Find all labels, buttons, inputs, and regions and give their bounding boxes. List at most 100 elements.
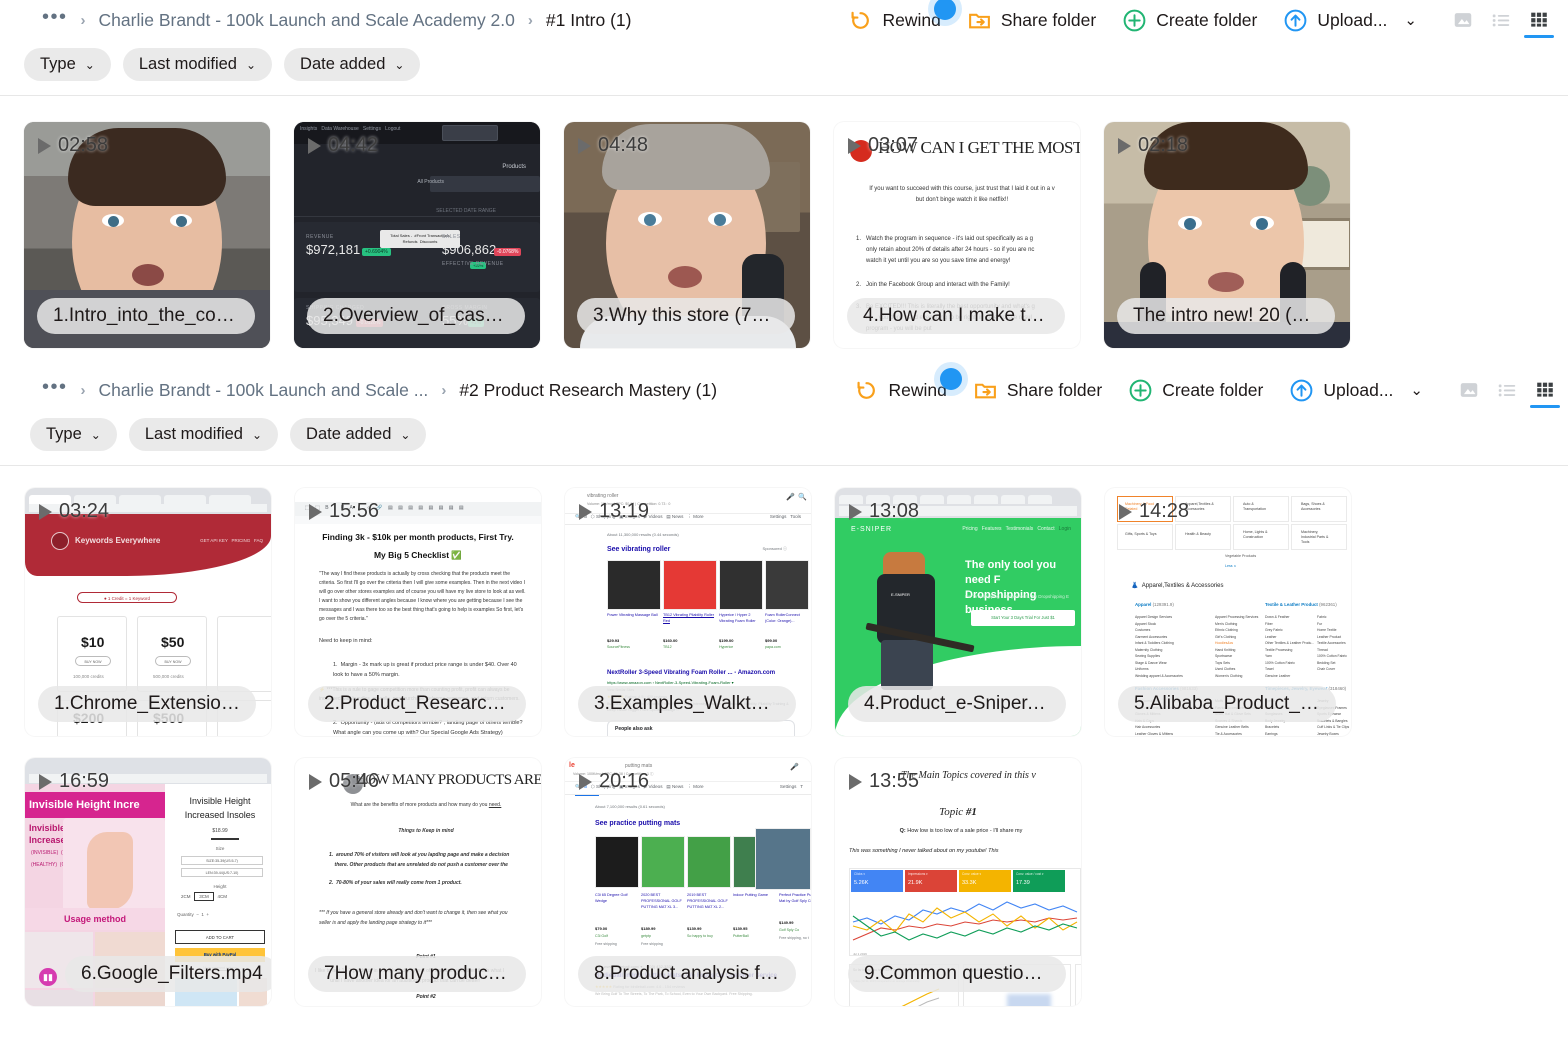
grid-view-button[interactable]: [1520, 0, 1558, 40]
share-folder-button[interactable]: Share folder: [954, 0, 1109, 40]
gallery-view-button[interactable]: [1450, 370, 1488, 410]
file-name: 4.Product_e-Sniper.m...: [848, 686, 1066, 722]
chevron-down-icon: ⌄: [245, 57, 257, 72]
video-duration: 03:07: [848, 134, 918, 157]
section-header-intro: ••• › Charlie Brandt - 100k Launch and S…: [0, 0, 1568, 96]
grid-cell: HOW CAN I GET THE MOST OU If you want to…: [834, 122, 1104, 348]
upload-arrow-icon: [1289, 378, 1314, 403]
breadcrumb-overflow-icon[interactable]: •••: [42, 377, 68, 399]
file-card-video[interactable]: The Main Topics covered in this v Topic …: [835, 758, 1081, 1006]
play-icon: [1118, 137, 1131, 154]
filter-bar: Type ⌄ Last modified ⌄ Date added ⌄: [0, 410, 1568, 465]
filter-date-added-label: Date added: [306, 425, 392, 443]
file-card-video[interactable]: HOW MANY PRODUCTS ARE NECESSARY What are…: [295, 758, 541, 1006]
upload-label: Upload...: [1317, 9, 1388, 30]
filter-date-added[interactable]: Date added ⌄: [290, 418, 427, 451]
toolbar: Rewind Share folder Create folder Upload…: [841, 368, 1564, 410]
chevron-down-icon[interactable]: ⌄: [1404, 11, 1417, 29]
duration-text: 02:58: [58, 134, 109, 156]
list-view-button[interactable]: [1488, 370, 1526, 410]
grid-cell: 02:58 1.Intro_into_the_cour...: [24, 122, 294, 348]
filter-last-modified[interactable]: Last modified ⌄: [128, 418, 279, 451]
video-duration: 13:19: [579, 500, 649, 523]
breadcrumb-parent-link[interactable]: Charlie Brandt - 100k Launch and Scale A…: [99, 10, 515, 31]
share-folder-label: Share folder: [1000, 9, 1097, 30]
filter-last-modified-label: Last modified: [138, 55, 237, 73]
duration-text: 03:24: [59, 500, 110, 522]
file-card-video[interactable]: E-SNIPER Pricing Features Testimonials C…: [835, 488, 1081, 736]
grid-view-icon: [1537, 382, 1553, 397]
rewind-notification-dot: [939, 368, 962, 390]
duration-text: 16:59: [59, 770, 110, 792]
file-card-video[interactable]: le putting mats 🎤 Volume: 100K/mo | CPC:…: [565, 758, 811, 1006]
chevron-down-icon[interactable]: ⌄: [1410, 381, 1423, 399]
file-grid-product-research: Keywords Everywhere GET API KEY PRICING …: [0, 466, 1568, 1006]
breadcrumb-parent-link[interactable]: Charlie Brandt - 100k Launch and Scale .…: [99, 380, 429, 401]
chevron-down-icon: ⌄: [90, 427, 101, 442]
upload-button[interactable]: Upload... ⌄: [1276, 370, 1436, 410]
file-card-video[interactable]: Invisible Height Incre Invisible HeightI…: [25, 758, 271, 1006]
play-icon: [849, 503, 862, 520]
gallery-view-button[interactable]: [1444, 0, 1482, 40]
grid-view-button[interactable]: [1526, 370, 1564, 410]
play-icon: [848, 137, 861, 154]
plus-circle-icon: [1128, 378, 1153, 403]
dropbox-file-browser: ••• › Charlie Brandt - 100k Launch and S…: [0, 0, 1568, 1056]
video-duration: 13:08: [849, 500, 919, 523]
duration-text: 15:56: [329, 500, 380, 522]
gallery-view-icon: [1460, 383, 1478, 397]
file-card-video[interactable]: vibrating roller 🎤 🔍 Volume: 12k/mo | CP…: [565, 488, 811, 736]
file-card-video[interactable]: 02:58 1.Intro_into_the_cour...: [24, 122, 270, 348]
filter-last-modified-label: Last modified: [144, 425, 243, 443]
share-folder-button[interactable]: Share folder: [960, 370, 1115, 410]
duration-text: 13:19: [599, 500, 650, 522]
file-card-video[interactable]: 04:48 3.Why this store (720...: [564, 122, 810, 348]
chevron-right-icon: ›: [80, 381, 86, 399]
share-folder-label: Share folder: [1006, 379, 1103, 400]
filter-date-added[interactable]: Date added ⌄: [284, 48, 421, 81]
filter-type-label: Type: [46, 425, 82, 443]
duration-text: 03:07: [868, 134, 919, 156]
file-name: 9.Common questions ...: [848, 956, 1066, 992]
file-card-video[interactable]: Insights Data Warehouse Settings Logout …: [294, 122, 540, 348]
filter-last-modified[interactable]: Last modified ⌄: [122, 48, 273, 81]
duration-text: 13:55: [869, 770, 920, 792]
list-view-icon: [1492, 14, 1510, 27]
file-name: 1.Intro_into_the_cour...: [37, 298, 255, 334]
create-folder-button[interactable]: Create folder: [1109, 0, 1270, 40]
upload-button[interactable]: Upload... ⌄: [1270, 0, 1430, 40]
grid-cell: Keywords Everywhere GET API KEY PRICING …: [25, 488, 295, 736]
video-duration: 20:16: [579, 770, 649, 793]
rewind-button[interactable]: Rewind: [835, 0, 956, 40]
play-icon: [578, 137, 591, 154]
duration-text: 14:28: [1139, 500, 1190, 522]
breadcrumb-overflow-icon[interactable]: •••: [42, 7, 68, 29]
rewind-button[interactable]: Rewind: [841, 368, 962, 410]
chevron-down-icon: ⌄: [251, 427, 263, 442]
plus-circle-icon: [1122, 8, 1147, 33]
file-card-video[interactable]: Keywords Everywhere GET API KEY PRICING …: [25, 488, 271, 736]
file-card-video[interactable]: HOW CAN I GET THE MOST OU If you want to…: [834, 122, 1080, 348]
filter-type-label: Type: [40, 55, 76, 73]
file-name: The intro new! 20 (72...: [1117, 298, 1335, 334]
duration-text: 04:48: [598, 134, 649, 156]
play-icon: [308, 137, 321, 154]
grid-view-icon: [1531, 12, 1547, 27]
grid-cell: ⬚ ⬚ B I U A ⌄ ∞ 🔗 ▤ ▤ ▤ ▤ ▤ ▤ ▤ ▤ Findin…: [295, 488, 565, 736]
list-view-button[interactable]: [1482, 0, 1520, 40]
play-icon: [39, 773, 52, 790]
file-card-video[interactable]: ⬚ ⬚ B I U A ⌄ ∞ 🔗 ▤ ▤ ▤ ▤ ▤ ▤ ▤ ▤ Findin…: [295, 488, 541, 736]
filter-type[interactable]: Type ⌄: [30, 418, 117, 451]
file-name: 5.Alibaba_Product_Re...: [1118, 686, 1336, 722]
create-folder-button[interactable]: Create folder: [1115, 370, 1276, 410]
playing-badge-icon: ▮▮: [39, 968, 57, 986]
rewind-label: Rewind: [882, 9, 941, 30]
play-icon: [38, 137, 51, 154]
filter-type[interactable]: Type ⌄: [24, 48, 111, 81]
rewind-label: Rewind: [888, 379, 947, 400]
chevron-down-icon: ⌄: [84, 57, 95, 72]
grid-cell: vibrating roller 🎤 🔍 Volume: 12k/mo | CP…: [565, 488, 835, 736]
file-card-video[interactable]: 02:18 The intro new! 20 (72...: [1104, 122, 1350, 348]
rewind-icon: [848, 8, 873, 33]
file-card-video[interactable]: Machinery & Food Related Apparel,Textiles…: [1105, 488, 1351, 736]
